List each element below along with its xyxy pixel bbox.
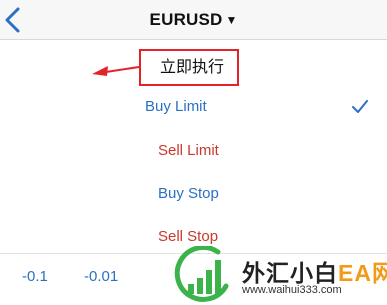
symbol-selector[interactable]: EURUSD ▼ [0,0,387,40]
step-minus-0-01-button[interactable]: -0.01 [84,268,118,285]
order-type-label: Buy Stop [158,185,219,202]
order-type-buy-stop[interactable]: Buy Stop [0,174,387,214]
signal-bars-logo-icon [174,246,229,302]
watermark-title: 外汇小白EA网 [242,260,387,286]
symbol-title: EURUSD [149,10,223,29]
order-type-sell-limit[interactable]: Sell Limit [0,131,387,171]
checkmark-icon [352,100,368,113]
navigation-bar: EURUSD ▼ [0,0,387,40]
caret-down-icon: ▼ [225,13,238,27]
watermark-url: www.waihui333.com [242,284,342,296]
order-type-label: Sell Limit [158,142,219,159]
order-type-label: 立即执行 [160,59,225,76]
order-type-instant-execution[interactable]: 立即执行 [0,48,387,88]
order-type-label: Buy Limit [145,98,207,115]
step-minus-0-1-button[interactable]: -0.1 [22,268,48,285]
order-type-buy-limit[interactable]: Buy Limit [0,87,387,127]
watermark: 外汇小白EA网 www.waihui333.com [170,244,387,305]
